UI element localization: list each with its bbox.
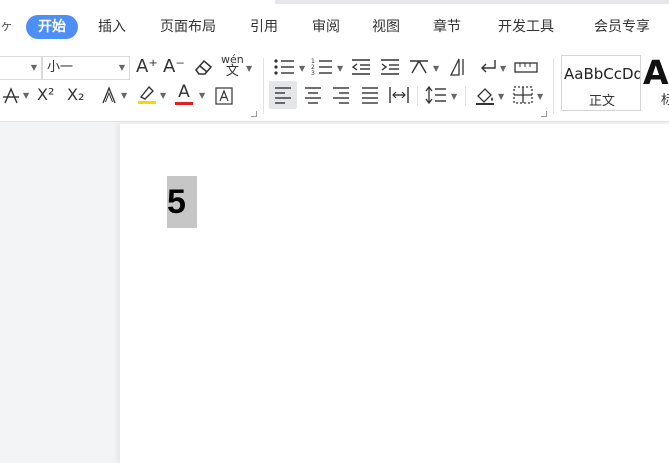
ribbon-separator (465, 86, 466, 106)
style-heading-label: 标 (661, 93, 669, 108)
tab-page-layout[interactable]: 页面布局 (160, 15, 216, 39)
chevron-down-icon[interactable]: ▼ (337, 64, 343, 73)
style-normal[interactable]: AaBbCcDd 正文 (561, 55, 641, 111)
selected-text[interactable]: 5 (167, 176, 197, 228)
text-effect-icon[interactable] (100, 85, 118, 105)
menu-tab-bar: ヶ 开始 插入 页面布局 引用 审阅 视图 章节 开发工具 会员专享 (0, 0, 669, 52)
style-heading-sample[interactable]: Aa (643, 53, 669, 92)
ribbon-separator (417, 86, 418, 106)
phonetic-guide-icon[interactable]: wén 文 (221, 54, 244, 79)
shrink-font-icon[interactable]: A⁻ (163, 57, 185, 77)
tab-review[interactable]: 审阅 (312, 15, 340, 39)
borders-icon[interactable] (512, 85, 534, 105)
ribbon-separator (553, 58, 554, 114)
line-spacing-icon[interactable] (425, 85, 447, 105)
subscript-icon[interactable]: X₂ (67, 85, 84, 105)
align-center-icon[interactable] (303, 85, 323, 105)
chevron-down-icon: ▼ (30, 63, 37, 72)
highlight-icon[interactable] (136, 83, 158, 105)
numbered-list-icon[interactable]: 123 (311, 57, 333, 77)
character-border-icon[interactable] (214, 86, 234, 106)
chevron-down-icon[interactable]: ▼ (500, 64, 506, 73)
chinese-layout-icon[interactable] (408, 57, 430, 77)
strikethrough-icon[interactable] (2, 85, 20, 105)
text-direction-icon[interactable] (447, 57, 469, 77)
font-size-value: 小一 (47, 60, 74, 75)
justify-icon[interactable] (360, 85, 380, 105)
align-left-icon[interactable] (273, 85, 293, 105)
phonetic-char: 文 (225, 64, 239, 79)
chevron-down-icon[interactable]: ▼ (299, 64, 305, 73)
paragraph-dialog-launcher-icon[interactable] (541, 111, 547, 117)
chevron-down-icon[interactable]: ▼ (433, 64, 439, 73)
menu-scroll-left-icon[interactable]: ヶ (0, 15, 13, 39)
style-normal-label: 正文 (588, 94, 615, 109)
chevron-down-icon[interactable]: ▼ (23, 91, 29, 100)
document-page[interactable] (120, 124, 669, 463)
decrease-indent-icon[interactable] (350, 57, 372, 77)
increase-indent-icon[interactable] (379, 57, 401, 77)
font-color-bar (175, 102, 193, 105)
bullet-list-icon[interactable] (273, 57, 295, 77)
align-right-icon[interactable] (331, 85, 351, 105)
chevron-down-icon[interactable]: ▼ (537, 92, 543, 101)
line-break-icon[interactable] (477, 57, 499, 77)
home-ribbon: ▼ 小一 ▼ A⁺ A⁻ wén 文 ▼ ▼ X² X₂ ▼ ▼ A ▼ ▼ 1… (0, 52, 669, 122)
grow-font-icon[interactable]: A⁺ (136, 57, 158, 77)
tab-developer-tools[interactable]: 开发工具 (498, 15, 554, 39)
tab-bar-scroll-track (275, 0, 669, 4)
style-normal-sample: AaBbCcDd (564, 65, 641, 83)
ruler-icon[interactable] (514, 57, 538, 77)
tab-insert[interactable]: 插入 (98, 15, 126, 39)
superscript-icon[interactable]: X² (37, 85, 54, 105)
font-color-icon[interactable]: A (175, 82, 193, 105)
chevron-down-icon: ▼ (118, 63, 125, 72)
chevron-down-icon[interactable]: ▼ (498, 92, 504, 101)
tab-view[interactable]: 视图 (372, 15, 400, 39)
svg-text:3: 3 (311, 70, 315, 77)
chevron-down-icon[interactable]: ▼ (160, 91, 166, 100)
wps-writer-window: ヶ 开始 插入 页面布局 引用 审阅 视图 章节 开发工具 会员专享 ▼ 小一 … (0, 0, 669, 463)
chevron-down-icon[interactable]: ▼ (246, 64, 252, 73)
font-dialog-launcher-icon[interactable] (251, 111, 257, 117)
clear-format-icon[interactable] (193, 57, 215, 77)
tab-member-exclusive[interactable]: 会员专享 (594, 15, 650, 39)
shading-icon[interactable] (474, 85, 496, 105)
chevron-down-icon[interactable]: ▼ (121, 91, 127, 100)
tab-section[interactable]: 章节 (433, 15, 461, 39)
ribbon-separator (263, 58, 264, 114)
distributed-align-icon[interactable] (388, 85, 410, 105)
tab-references[interactable]: 引用 (250, 15, 278, 39)
tab-home[interactable]: 开始 (26, 15, 78, 39)
font-size-select[interactable]: 小一 ▼ (42, 56, 130, 80)
chevron-down-icon[interactable]: ▼ (451, 92, 457, 101)
chevron-down-icon[interactable]: ▼ (199, 91, 205, 100)
font-family-select[interactable]: ▼ (0, 56, 42, 80)
font-color-glyph: A (178, 82, 190, 102)
